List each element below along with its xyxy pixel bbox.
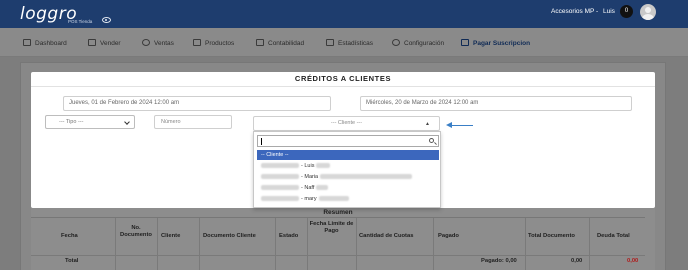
col-header-cliente: Cliente [161, 233, 181, 239]
notifications-badge[interactable]: 0 [620, 5, 633, 18]
nav-item-contabilidad[interactable]: Contabilidad [256, 39, 304, 47]
column-divider [589, 218, 590, 270]
column-divider [275, 218, 276, 270]
nav-item-vender[interactable]: Vender [88, 39, 121, 47]
redacted-text [261, 196, 299, 202]
option-label: - Luis [301, 163, 315, 169]
divider [31, 86, 655, 87]
dropdown-option[interactable]: - mary [257, 194, 439, 204]
nav-label: Configuración [404, 40, 445, 47]
redacted-text [261, 163, 299, 169]
gear-icon [392, 39, 400, 46]
col-header-no-documento: No. Documento [120, 225, 152, 238]
option-label: - mary [301, 196, 317, 202]
tipo-select[interactable]: --- Tipo --- [45, 115, 135, 129]
date-from-field[interactable]: Jueves, 01 de Febrero de 2024 12:00 am [63, 96, 331, 111]
redacted-text [316, 185, 329, 191]
eye-icon[interactable] [102, 17, 111, 23]
redacted-text [318, 196, 349, 202]
col-header-cantidad-cuotas: Cantidad de Cuotas [359, 233, 414, 239]
products-icon [193, 39, 201, 46]
tipo-placeholder: --- Tipo --- [59, 119, 84, 125]
nav-label: Vender [100, 40, 121, 47]
nav-item-configuracion[interactable]: Configuración [392, 39, 444, 47]
row-divider [31, 255, 645, 256]
col-header-documento-cliente: Documento Cliente [203, 233, 256, 239]
deuda-total-value: 0,00 [627, 258, 639, 264]
cart-icon [88, 39, 96, 46]
pagado-total: Pagado: 0,00 [481, 258, 517, 264]
dashboard-icon [23, 39, 31, 46]
option-label: - Maria [301, 174, 319, 180]
redacted-text [261, 185, 299, 191]
chevron-down-icon [124, 119, 130, 125]
card-icon [461, 39, 469, 46]
cliente-placeholder: --- Cliente --- [330, 120, 363, 126]
col-header-deuda-total: Deuda Total [597, 233, 630, 239]
redacted-text [320, 174, 413, 180]
dropdown-option[interactable]: - Maria [257, 172, 439, 182]
avatar[interactable] [640, 4, 656, 20]
nav-label: Contabilidad [268, 40, 305, 47]
option-label: - Naff [301, 185, 315, 191]
nav-item-productos[interactable]: Productos [193, 39, 234, 47]
column-divider [525, 218, 526, 270]
column-divider [433, 218, 434, 270]
dropdown-search-input[interactable] [257, 135, 439, 147]
total-label: Total [65, 258, 79, 264]
dropdown-option[interactable]: -- Cliente -- [257, 150, 439, 160]
cliente-select[interactable]: --- Cliente --- ▲ [253, 116, 440, 131]
nav-label: Dashboard [35, 40, 67, 47]
accounting-icon [256, 39, 264, 46]
option-label: -- Cliente -- [261, 152, 289, 158]
column-divider [199, 218, 200, 270]
stats-icon [326, 39, 334, 46]
nav-item-estadisticas[interactable]: Estadísticas [326, 39, 373, 47]
nav-label: Ventas [154, 40, 174, 47]
annotation-arrow-line [450, 125, 473, 126]
dropdown-option[interactable]: - Luis [257, 161, 439, 171]
dollar-circle-icon [142, 39, 150, 46]
numero-input[interactable]: Número [154, 115, 232, 129]
nav-label: Estadísticas [338, 40, 374, 47]
summary-table: Resumen Fecha No. Documento Cliente Docu… [31, 208, 655, 270]
nav-item-pagar-suscripcion[interactable]: Pagar Suscripcion [461, 39, 530, 47]
logo-subtitle: POS Tienda [68, 19, 93, 24]
table-title: Resumen [31, 208, 645, 218]
user-name[interactable]: Luis [603, 8, 615, 15]
total-documento-value: 0,00 [571, 258, 583, 264]
modal-title: CRÉDITOS A CLIENTES [294, 74, 392, 83]
date-to-field[interactable]: Miércoles, 20 de Marzo de 2024 12:00 am [360, 96, 632, 111]
col-header-fecha-limite: Fecha Limite de Pago [309, 221, 354, 234]
column-divider [356, 218, 357, 270]
redacted-text [261, 174, 299, 180]
col-header-estado: Estado [279, 233, 299, 239]
nav-item-ventas[interactable]: Ventas [142, 39, 174, 47]
nav-label: Productos [205, 40, 235, 47]
main-nav: Dashboard Vender Ventas Productos Contab… [0, 28, 688, 57]
column-divider [307, 218, 308, 270]
search-icon [429, 138, 434, 143]
col-header-pagado: Pagado [438, 233, 459, 239]
chevron-up-icon: ▲ [425, 121, 430, 127]
text-cursor [261, 138, 262, 145]
nav-label: Pagar Suscripcion [473, 40, 531, 47]
dropdown-option[interactable]: - Naff [257, 183, 439, 193]
column-divider [157, 218, 158, 270]
redacted-text [316, 163, 331, 169]
col-header-total-documento: Total Documento [528, 233, 575, 239]
col-header-fecha: Fecha [61, 233, 78, 239]
nav-item-dashboard[interactable]: Dashboard [23, 39, 67, 47]
cliente-dropdown: -- Cliente -- - Luis - Maria - Naff - ma… [253, 131, 441, 208]
store-name[interactable]: Accesorios MP - [551, 8, 598, 15]
top-header: loggro POS Tienda Accesorios MP - Luis 0 [0, 0, 688, 28]
